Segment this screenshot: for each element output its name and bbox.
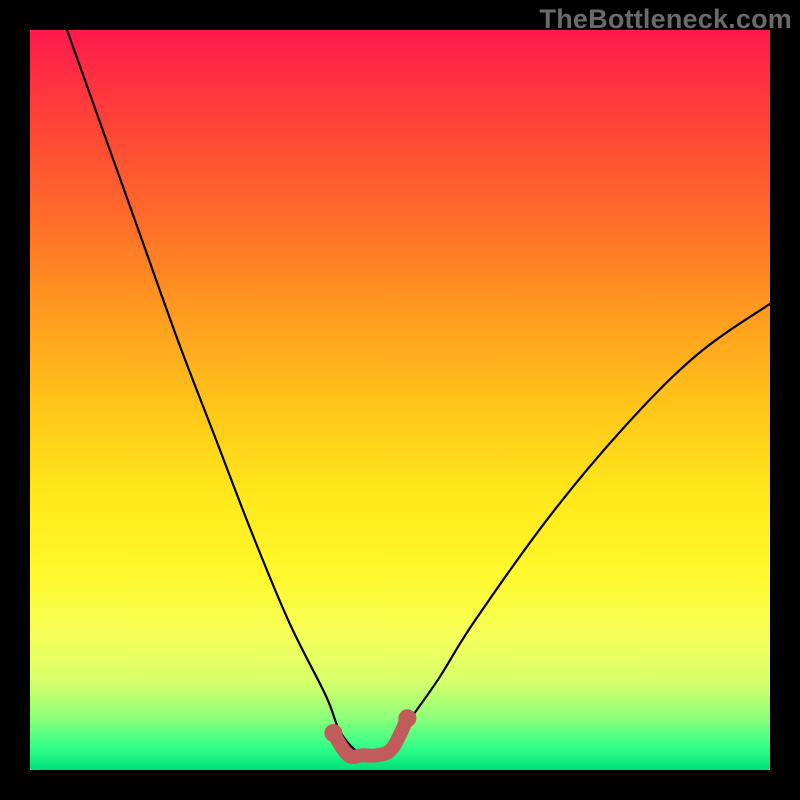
highlight-endpoint-dot [398,709,416,727]
chart-frame: TheBottleneck.com [0,0,800,800]
highlight-endpoint-dot [324,724,342,742]
curve-layer [30,30,770,770]
plot-area [30,30,770,770]
bottleneck-curve [67,30,770,758]
